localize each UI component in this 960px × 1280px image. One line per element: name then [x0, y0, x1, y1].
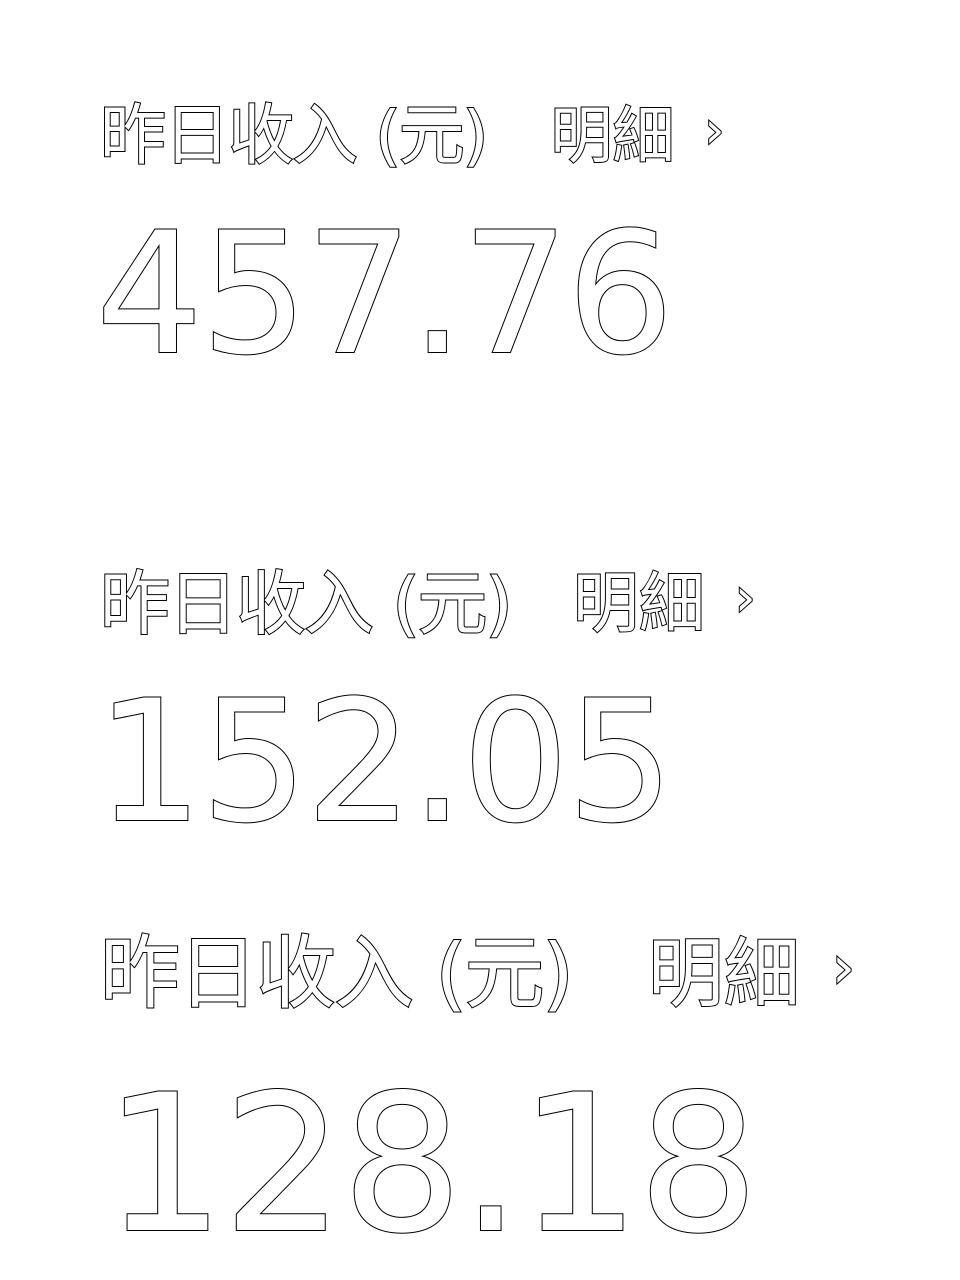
- income-card-1: 昨日收入 (元) 明細 › 457.76: [0, 0, 960, 420]
- detail-link[interactable]: 明細 ›: [549, 85, 726, 175]
- chevron-right-icon: ›: [704, 100, 726, 160]
- income-card-header: 昨日收入 (元) 明細 ›: [99, 912, 856, 1022]
- income-amount: 128.18: [103, 1054, 760, 1275]
- income-label: 昨日收入 (元): [99, 926, 575, 1021]
- detail-link[interactable]: 明細 ›: [647, 912, 856, 1022]
- detail-link-label: 明細: [572, 564, 706, 643]
- income-label: 昨日收入 (元): [99, 96, 489, 175]
- income-card-header: 昨日收入 (元) 明細 ›: [99, 548, 757, 648]
- income-label: 昨日收入 (元): [99, 562, 514, 646]
- chevron-right-icon: ›: [831, 932, 856, 1002]
- detail-link-label: 明細: [549, 98, 675, 173]
- income-card-header: 昨日收入 (元) 明細 ›: [99, 85, 726, 175]
- detail-link-label: 明細: [647, 928, 801, 1019]
- income-card-2: 昨日收入 (元) 明細 › 152.05: [0, 520, 960, 880]
- income-amount: 152.05: [95, 664, 675, 860]
- chevron-right-icon: ›: [734, 567, 757, 629]
- detail-link[interactable]: 明細 ›: [572, 550, 757, 646]
- income-amount: 457.76: [95, 196, 675, 392]
- income-card-3: 昨日收入 (元) 明細 › 128.18: [0, 890, 960, 1280]
